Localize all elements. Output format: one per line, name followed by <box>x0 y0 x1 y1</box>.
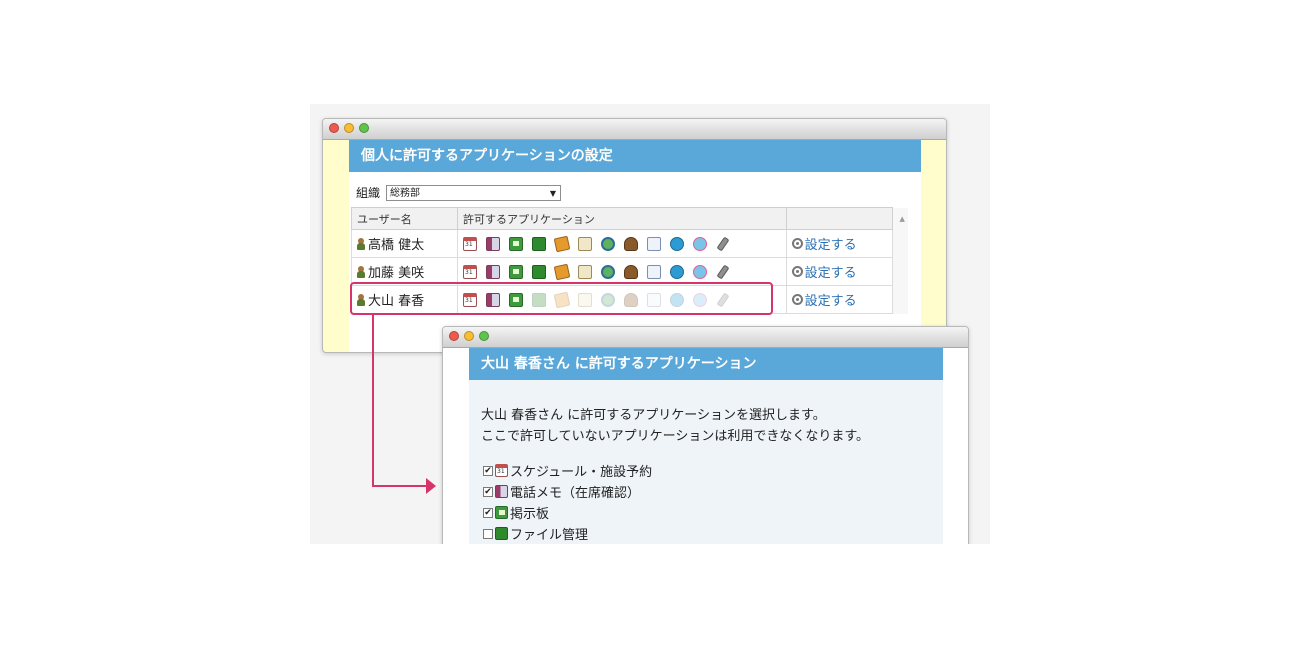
org-label: 組織 <box>356 186 381 200</box>
memo-icon <box>553 263 571 280</box>
row-highlight <box>350 282 773 315</box>
allowed-apps <box>463 235 786 252</box>
user-icon <box>357 265 365 278</box>
window-titlebar <box>323 119 946 140</box>
settings-panel: 個人に許可するアプリケーションの設定 組織 総務部 ▼ ユーザー名 許可するアプ… <box>349 140 921 352</box>
app-option-label: スケジュール・施設予約 <box>510 465 653 480</box>
minimize-window-button[interactable] <box>464 331 474 341</box>
app-checkbox[interactable] <box>483 486 493 497</box>
app-option[interactable]: 掲示板 <box>483 502 652 523</box>
app-option[interactable]: スケジュール・施設予約 <box>483 460 652 481</box>
bulletin-board-icon <box>509 236 524 251</box>
dialog-description: 大山 春香さん に許可するアプリケーションを選択します。 ここで許可していないア… <box>481 408 870 444</box>
app-checkbox[interactable] <box>483 465 493 476</box>
close-window-button[interactable] <box>449 331 459 341</box>
zoom-window-button[interactable] <box>359 123 369 133</box>
user-name: 高橋 健太 <box>357 234 424 253</box>
chevron-down-icon: ▼ <box>549 188 557 198</box>
report-icon <box>578 264 593 279</box>
file-management-icon <box>495 527 508 540</box>
dialog-panel: 大山 春香さん に許可するアプリケーション 大山 春香さん に許可するアプリケー… <box>469 348 943 567</box>
org-select-value: 総務部 <box>390 187 421 199</box>
phone-memo-icon <box>495 485 508 498</box>
file-icon <box>532 236 547 251</box>
settings-window: 個人に許可するアプリケーションの設定 組織 総務部 ▼ ユーザー名 許可するアプ… <box>322 118 947 353</box>
gear-icon <box>791 238 803 249</box>
window-titlebar <box>443 327 968 348</box>
scrollbar-up-arrow[interactable]: ▲ <box>892 207 908 230</box>
scrollbar-track[interactable] <box>892 229 908 258</box>
zoom-window-button[interactable] <box>479 331 489 341</box>
allowed-apps <box>463 263 786 280</box>
close-window-button[interactable] <box>329 123 339 133</box>
tool-icon <box>716 264 730 279</box>
group-icon <box>670 264 685 279</box>
gear-icon <box>791 266 803 277</box>
bulletin-board-icon <box>495 506 508 519</box>
facility-icon <box>624 236 639 251</box>
app-checklist: スケジュール・施設予約 電話メモ（在席確認） 掲示板 ファイル管理 <box>483 460 652 544</box>
app-option[interactable]: ファイル管理 <box>483 523 652 544</box>
document-icon <box>647 236 662 251</box>
org-select[interactable]: 総務部 ▼ <box>386 184 562 201</box>
callout-arrow <box>372 314 374 486</box>
user-icon <box>357 237 365 250</box>
arrow-right-icon <box>426 478 436 494</box>
search-icon <box>601 236 616 251</box>
app-permission-dialog: 大山 春香さん に許可するアプリケーション 大山 春香さん に許可するアプリケー… <box>442 326 969 568</box>
group-icon <box>670 236 685 251</box>
callout-arrow <box>372 485 428 487</box>
memo-icon <box>553 235 571 252</box>
scrollbar-track[interactable] <box>892 285 908 314</box>
app-option-label: 掲示板 <box>510 507 550 522</box>
phone-memo-icon <box>486 236 501 251</box>
gear-icon <box>791 294 803 305</box>
set-button[interactable]: 設定する <box>791 262 857 281</box>
set-button[interactable]: 設定する <box>791 234 857 253</box>
table-header-row: ユーザー名 許可するアプリケーション ▲ <box>350 207 908 230</box>
column-header-action <box>785 207 894 230</box>
calendar-icon <box>495 464 508 477</box>
calendar-icon <box>463 236 478 251</box>
app-option-label: ファイル管理 <box>510 528 589 543</box>
user-name: 加藤 美咲 <box>357 262 424 281</box>
set-button[interactable]: 設定する <box>791 290 857 309</box>
workflow-icon <box>693 236 708 251</box>
app-option-label: 電話メモ（在席確認） <box>510 486 641 501</box>
file-icon <box>532 264 547 279</box>
calendar-icon <box>463 264 478 279</box>
report-icon <box>578 236 593 251</box>
column-header-user: ユーザー名 <box>350 207 459 230</box>
table-row: 高橋 健太 31 設定する <box>350 229 908 258</box>
search-icon <box>601 264 616 279</box>
column-header-apps: 許可するアプリケーション <box>457 207 787 230</box>
app-checkbox[interactable] <box>483 528 493 539</box>
page-background <box>0 544 1300 650</box>
org-filter: 組織 総務部 ▼ <box>356 184 562 201</box>
workflow-icon <box>693 264 708 279</box>
scrollbar-track[interactable] <box>892 257 908 286</box>
app-checkbox[interactable] <box>483 507 493 518</box>
facility-icon <box>624 264 639 279</box>
phone-memo-icon <box>486 264 501 279</box>
minimize-window-button[interactable] <box>344 123 354 133</box>
document-icon <box>647 264 662 279</box>
app-option[interactable]: 電話メモ（在席確認） <box>483 481 652 502</box>
bulletin-board-icon <box>509 264 524 279</box>
tool-icon <box>716 236 730 251</box>
dialog-title: 大山 春香さん に許可するアプリケーション <box>469 348 943 380</box>
page-title: 個人に許可するアプリケーションの設定 <box>349 140 921 172</box>
